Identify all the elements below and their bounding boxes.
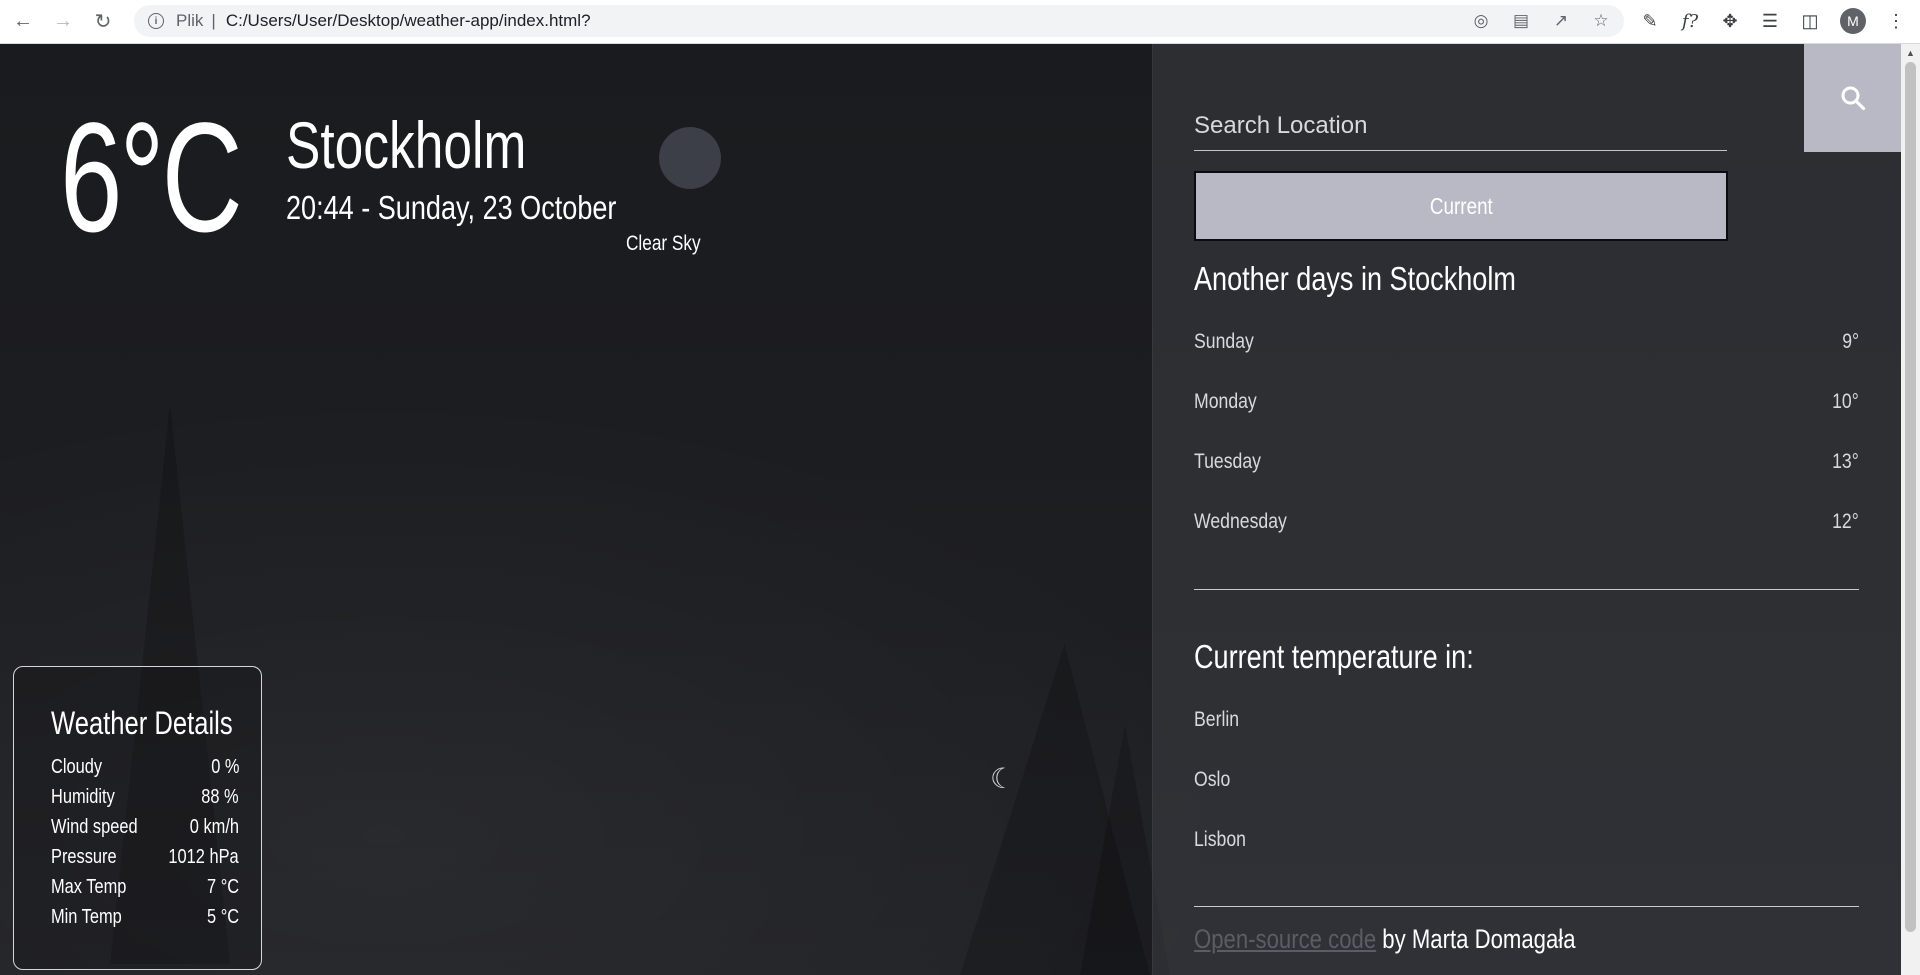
browser-toolbar: ← → ↻ i Plik | C:/Users/User/Desktop/wea…: [0, 0, 1920, 44]
current-button-label: Current: [1429, 192, 1493, 219]
forecast-day: Sunday: [1194, 330, 1254, 353]
browser-menu-icon[interactable]: ⋮: [1886, 11, 1906, 32]
weather-condition-icon: [659, 127, 721, 189]
forecast-temp: 13°: [1832, 450, 1859, 473]
forecast-day: Monday: [1194, 390, 1257, 413]
side-panel-icon[interactable]: ◫: [1800, 11, 1820, 32]
reload-icon[interactable]: ↻: [86, 5, 120, 39]
city-item[interactable]: Oslo: [1194, 768, 1230, 792]
details-label: Max Temp: [51, 876, 127, 898]
footer-divider: [1194, 906, 1859, 907]
details-label: Wind speed: [51, 816, 138, 838]
details-value: 88 %: [201, 786, 239, 808]
details-label: Cloudy: [51, 756, 103, 778]
details-row: Wind speed 0 km/h: [51, 816, 239, 839]
forecast-day: Tuesday: [1194, 450, 1262, 473]
forward-icon[interactable]: →: [46, 5, 80, 39]
forecast-heading: Another days in Stockholm: [1194, 260, 1516, 297]
scroll-up-icon[interactable]: ▲: [1906, 48, 1915, 58]
side-panel: Current Another days in Stockholm Sunday…: [1152, 44, 1902, 975]
details-value: 0 %: [210, 756, 239, 778]
forecast-temp: 10°: [1832, 390, 1859, 413]
details-label: Humidity: [51, 786, 115, 808]
details-row: Cloudy 0 %: [51, 756, 239, 779]
forecast-temp: 12°: [1832, 510, 1859, 533]
info-icon[interactable]: i: [148, 13, 164, 29]
bookmark-star-icon[interactable]: ☆: [1592, 11, 1610, 31]
details-label: Pressure: [51, 846, 117, 868]
back-icon[interactable]: ←: [6, 5, 40, 39]
section-divider: [1194, 589, 1859, 590]
city-item[interactable]: Lisbon: [1194, 828, 1246, 852]
forecast-day: Wednesday: [1194, 510, 1287, 533]
cities-heading: Current temperature in:: [1194, 638, 1474, 675]
page-scrollbar[interactable]: ▲: [1901, 44, 1920, 975]
extensions-bar: ✎ f? ✥ ☰ ◫ M ⋮: [1640, 5, 1906, 37]
details-row: Pressure 1012 hPa: [51, 846, 239, 869]
search-location-input[interactable]: [1194, 102, 1727, 151]
open-source-link[interactable]: Open-source code: [1194, 924, 1376, 954]
profile-avatar[interactable]: M: [1840, 8, 1866, 34]
forecast-row: Tuesday 13°: [1194, 450, 1859, 474]
weather-condition: Clear Sky: [626, 232, 701, 255]
date-time: 20:44 - Sunday, 23 October: [286, 189, 617, 226]
current-location-button[interactable]: Current: [1194, 171, 1728, 241]
city-name: Stockholm: [286, 108, 527, 182]
weather-app: 6°C Stockholm 20:44 - Sunday, 23 October…: [0, 44, 1920, 975]
search-icon: [1841, 86, 1866, 111]
google-lens-icon[interactable]: ◎: [1472, 11, 1490, 31]
crescent-moon-icon: ☾: [990, 763, 1016, 794]
address-bar[interactable]: i Plik | C:/Users/User/Desktop/weather-a…: [134, 5, 1624, 37]
address-separator: |: [211, 11, 216, 30]
footer: Open-source code by Marta Domagała: [1194, 924, 1576, 955]
translate-icon[interactable]: ▤: [1512, 11, 1530, 31]
details-row: Max Temp 7 °C: [51, 876, 239, 899]
search-button[interactable]: [1804, 44, 1902, 152]
forecast-row: Monday 10°: [1194, 390, 1859, 414]
footer-author: by Marta Domagała: [1376, 924, 1576, 954]
share-icon[interactable]: ↗: [1552, 11, 1570, 31]
weather-details-title: Weather Details: [51, 705, 233, 741]
details-value: 0 km/h: [189, 816, 239, 838]
scrollbar-thumb[interactable]: [1905, 62, 1916, 932]
details-value: 1012 hPa: [168, 846, 239, 868]
reading-list-icon[interactable]: ☰: [1760, 11, 1780, 32]
extensions-puzzle-icon[interactable]: ✥: [1720, 11, 1740, 32]
details-row: Min Temp 5 °C: [51, 906, 239, 929]
weather-details-card: Weather Details Cloudy 0 % Humidity 88 %…: [13, 666, 262, 970]
fonts-extension-icon[interactable]: f?: [1680, 11, 1700, 32]
details-label: Min Temp: [51, 906, 122, 928]
scheme-label: Plik: [176, 11, 204, 30]
details-row: Humidity 88 %: [51, 786, 239, 809]
current-temperature: 6°C: [60, 91, 243, 265]
url-text[interactable]: C:/Users/User/Desktop/weather-app/index.…: [226, 11, 591, 31]
details-value: 7 °C: [206, 876, 239, 898]
forecast-row: Wednesday 12°: [1194, 510, 1859, 534]
city-item[interactable]: Berlin: [1194, 708, 1239, 732]
details-value: 5 °C: [206, 906, 239, 928]
forecast-temp: 9°: [1842, 330, 1859, 353]
address-bar-actions: ◎ ▤ ↗ ☆: [1472, 5, 1610, 37]
forecast-row: Sunday 9°: [1194, 330, 1859, 354]
eyedropper-extension-icon[interactable]: ✎: [1640, 11, 1660, 32]
